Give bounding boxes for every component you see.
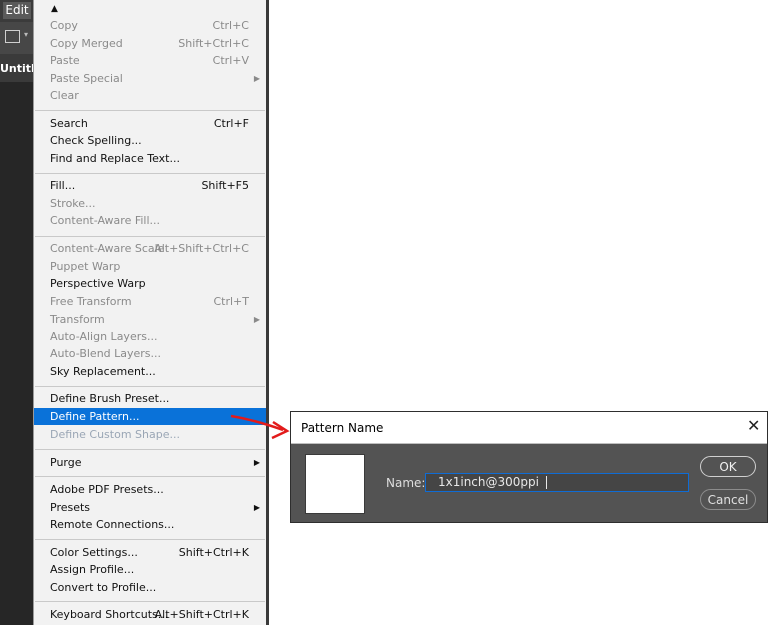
menu-item-label: Check Spelling... xyxy=(50,134,142,147)
menu-item-copy-merged: Copy Merged Shift+Ctrl+C xyxy=(34,35,266,52)
menu-item-clear: Clear xyxy=(34,87,266,104)
menu-item-label: Purge xyxy=(50,456,82,469)
menu-separator xyxy=(35,449,265,450)
menu-separator xyxy=(35,476,265,477)
menu-item-label: Color Settings... xyxy=(50,546,138,559)
submenu-arrow-icon: ▶ xyxy=(253,315,260,324)
menu-separator xyxy=(35,539,265,540)
menu-item-search[interactable]: Search Ctrl+F xyxy=(34,115,266,132)
dialog-title: Pattern Name xyxy=(301,421,384,435)
submenu-arrow-icon: ▶ xyxy=(253,458,260,467)
menu-item-purge[interactable]: Purge ▶ xyxy=(34,454,266,471)
menu-item-label: Remote Connections... xyxy=(50,518,175,531)
pattern-name-input[interactable]: 1x1inch@300ppi xyxy=(425,473,689,492)
menu-item-shortcut: Ctrl+F xyxy=(213,117,249,130)
menu-shadow-edge xyxy=(266,0,269,625)
menu-item-adobe-pdf-presets[interactable]: Adobe PDF Presets... xyxy=(34,481,266,498)
menu-item-label: Find and Replace Text... xyxy=(50,152,180,165)
rectangle-marquee-icon[interactable] xyxy=(5,30,20,43)
menu-item-label: Keyboard Shortcuts... xyxy=(50,608,169,621)
submenu-arrow-icon: ▶ xyxy=(253,74,260,83)
menu-item-label: Auto-Blend Layers... xyxy=(50,347,162,360)
menu-item-label: Copy Merged xyxy=(50,37,123,50)
dialog-title-bar: Pattern Name ✕ xyxy=(291,412,767,444)
menu-item-shortcut: Shift+Ctrl+K xyxy=(178,546,249,559)
canvas-area xyxy=(0,82,34,625)
menu-item-convert-to-profile[interactable]: Convert to Profile... xyxy=(34,579,266,596)
edit-menu-button[interactable]: Edit xyxy=(3,2,31,19)
menu-item-define-brush-preset[interactable]: Define Brush Preset... xyxy=(34,390,266,407)
menu-item-label: Content-Aware Fill... xyxy=(50,214,161,227)
menu-item-label: Auto-Align Layers... xyxy=(50,330,158,343)
menu-item-auto-blend-layers: Auto-Blend Layers... xyxy=(34,345,266,362)
text-caret xyxy=(546,476,547,489)
menu-item-label: Adobe PDF Presets... xyxy=(50,483,164,496)
menu-item-shortcut: Shift+F5 xyxy=(201,179,249,192)
menu-item-paste-special: Paste Special ▶ xyxy=(34,70,266,87)
menu-item-label: Fill... xyxy=(50,179,76,192)
menu-item-paste: Paste Ctrl+V xyxy=(34,52,266,69)
menu-item-perspective-warp[interactable]: Perspective Warp xyxy=(34,275,266,292)
menu-separator xyxy=(35,173,265,174)
menu-item-label: Search xyxy=(50,117,88,130)
menu-item-label: Perspective Warp xyxy=(50,277,146,290)
menu-item-label: Paste Special xyxy=(50,72,123,85)
menu-item-shortcut: Ctrl+T xyxy=(213,295,249,308)
edit-menu: ▲ Copy Ctrl+C Copy Merged Shift+Ctrl+C Paste… xyxy=(33,0,267,625)
menu-item-shortcut: Alt+Shift+Ctrl+C xyxy=(154,242,249,255)
menu-item-label: Paste xyxy=(50,54,80,67)
menu-item-shortcut: Alt+Shift+Ctrl+K xyxy=(154,608,249,621)
menu-item-stroke: Stroke... xyxy=(34,195,266,212)
menu-item-shortcut: Shift+Ctrl+C xyxy=(178,37,249,50)
menu-item-presets[interactable]: Presets ▶ xyxy=(34,499,266,516)
menu-item-keyboard-shortcuts[interactable]: Keyboard Shortcuts... Alt+Shift+Ctrl+K xyxy=(34,606,266,623)
menu-item-shortcut: Ctrl+C xyxy=(212,19,249,32)
menu-separator xyxy=(35,110,265,111)
pattern-name-dialog: Pattern Name ✕ Name: 1x1inch@300ppi OK C… xyxy=(290,411,768,523)
menu-item-label: Assign Profile... xyxy=(50,563,135,576)
menu-item-label: Define Custom Shape... xyxy=(50,428,180,441)
menu-item-label: Define Brush Preset... xyxy=(50,392,170,405)
document-tab[interactable]: Untitled xyxy=(0,62,34,75)
menu-item-content-aware-scale: Content-Aware Scale Alt+Shift+Ctrl+C xyxy=(34,240,266,257)
menu-item-label: Sky Replacement... xyxy=(50,365,156,378)
menu-separator xyxy=(35,386,265,387)
close-icon[interactable]: ✕ xyxy=(747,418,760,434)
cancel-button[interactable]: Cancel xyxy=(700,489,756,510)
menu-item-check-spelling[interactable]: Check Spelling... xyxy=(34,132,266,149)
menu-separator xyxy=(35,236,265,237)
name-label: Name: xyxy=(386,476,426,490)
ok-button[interactable]: OK xyxy=(700,456,756,477)
menu-item-label: Convert to Profile... xyxy=(50,581,157,594)
menu-item-label: Define Pattern... xyxy=(50,410,140,423)
submenu-arrow-icon: ▶ xyxy=(253,503,260,512)
chevron-down-icon[interactable]: ▾ xyxy=(24,30,28,39)
pattern-name-value: 1x1inch@300ppi xyxy=(438,475,539,489)
menu-item-content-aware-fill: Content-Aware Fill... xyxy=(34,212,266,229)
pattern-preview-thumbnail xyxy=(305,454,365,514)
scroll-up-icon[interactable]: ▲ xyxy=(51,4,58,14)
menu-item-sky-replacement[interactable]: Sky Replacement... xyxy=(34,363,266,380)
menu-item-label: Free Transform xyxy=(50,295,132,308)
menu-item-free-transform: Free Transform Ctrl+T xyxy=(34,293,266,310)
menu-item-transform: Transform ▶ xyxy=(34,311,266,328)
menu-item-color-settings[interactable]: Color Settings... Shift+Ctrl+K xyxy=(34,544,266,561)
menu-item-label: Content-Aware Scale xyxy=(50,242,165,255)
menu-item-remote-connections[interactable]: Remote Connections... xyxy=(34,516,266,533)
menu-item-label: Transform xyxy=(50,313,105,326)
menu-item-puppet-warp: Puppet Warp xyxy=(34,258,266,275)
menu-item-fill[interactable]: Fill... Shift+F5 xyxy=(34,177,266,194)
menu-item-assign-profile[interactable]: Assign Profile... xyxy=(34,561,266,578)
menu-item-label: Copy xyxy=(50,19,78,32)
menu-item-copy: Copy Ctrl+C xyxy=(34,17,266,34)
menu-item-label: Clear xyxy=(50,89,79,102)
menu-item-label: Presets xyxy=(50,501,91,514)
menu-item-label: Stroke... xyxy=(50,197,96,210)
menu-item-shortcut: Ctrl+V xyxy=(212,54,249,67)
menu-item-auto-align-layers: Auto-Align Layers... xyxy=(34,328,266,345)
menu-item-label: Puppet Warp xyxy=(50,260,121,273)
menu-item-find-and-replace-text[interactable]: Find and Replace Text... xyxy=(34,150,266,167)
red-arrow-icon xyxy=(230,414,290,440)
menu-separator xyxy=(35,601,265,602)
